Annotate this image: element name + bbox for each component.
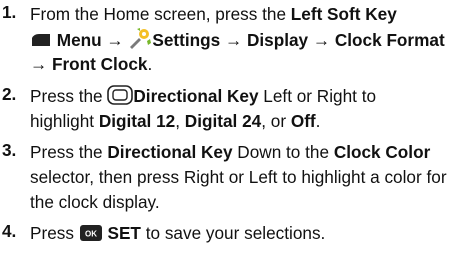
left-soft-key-label: Left Soft Key — [290, 4, 397, 24]
step-3-line-3: the clock display. — [30, 192, 160, 212]
step-1-line-3: → Front Clock. — [30, 54, 153, 74]
step-2-line-1: Press the Directional Key Left or Right … — [30, 84, 376, 111]
step-number: 4. — [2, 221, 17, 241]
step-number: 3. — [2, 140, 17, 160]
step-number: 1. — [2, 2, 17, 22]
ok-key-label: OK — [85, 230, 97, 239]
step-2-line-2: highlight Digital 12, Digital 24, or Off… — [30, 111, 321, 131]
instruction-list: 1. From the Home screen, press the Left … — [0, 0, 474, 265]
step-1-line-2: Menu → Settings → Display → Clock Format — [30, 27, 445, 55]
settings-icon — [128, 27, 152, 55]
step-1-line-1: From the Home screen, press the Left Sof… — [30, 4, 397, 24]
step-4-line-1: Press OK SET to save your selections. — [30, 221, 325, 248]
step-3-line-2: selector, then press Right or Left to hi… — [30, 167, 447, 187]
step-number: 2. — [2, 84, 17, 104]
step-3-line-1: Press the Directional Key Down to the Cl… — [30, 142, 431, 162]
ok-key-icon: OK — [79, 224, 103, 248]
directional-key-icon — [107, 85, 134, 111]
